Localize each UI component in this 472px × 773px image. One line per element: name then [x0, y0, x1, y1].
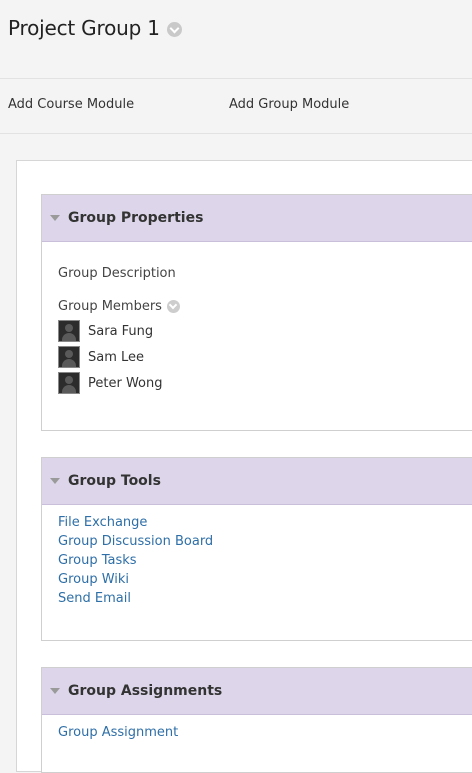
send-email-link[interactable]: Send Email — [58, 589, 472, 608]
group-tools-header[interactable]: Group Tools — [42, 458, 472, 505]
member-item[interactable]: Sam Lee — [58, 344, 472, 370]
group-tools-title: Group Tools — [68, 473, 161, 489]
collapse-triangle-icon[interactable] — [50, 478, 60, 484]
group-properties-module: Group Properties Group Description Group… — [41, 194, 472, 431]
group-discussion-board-link[interactable]: Group Discussion Board — [58, 532, 472, 551]
page-title-text: Project Group 1 — [8, 16, 160, 40]
member-name: Sam Lee — [88, 349, 145, 365]
avatar-icon — [58, 346, 80, 368]
title-options-chevron-icon[interactable] — [166, 21, 182, 37]
group-description-label: Group Description — [58, 266, 472, 281]
avatar-icon — [58, 320, 80, 342]
group-properties-body: Group Description Group Members Sara Fun… — [42, 266, 472, 396]
group-description-text: Group Description — [58, 266, 176, 281]
group-assignments-body: Group Assignment — [42, 715, 472, 742]
group-assignment-link[interactable]: Group Assignment — [58, 723, 472, 742]
members-options-chevron-icon[interactable] — [166, 300, 180, 313]
page-title: Project Group 1 — [8, 16, 182, 40]
group-assignments-title: Group Assignments — [68, 683, 223, 699]
group-properties-header[interactable]: Group Properties — [42, 195, 472, 242]
group-members-text: Group Members — [58, 299, 162, 314]
collapse-triangle-icon[interactable] — [50, 688, 60, 694]
group-tools-body: File Exchange Group Discussion Board Gro… — [42, 505, 472, 608]
modules-content-area: Group Properties Group Description Group… — [16, 160, 472, 773]
avatar-icon — [58, 372, 80, 394]
add-course-module-button[interactable]: Add Course Module — [8, 97, 134, 112]
module-toolbar: Add Course Module Add Group Module — [0, 78, 472, 134]
add-group-module-button[interactable]: Add Group Module — [229, 97, 349, 112]
collapse-triangle-icon[interactable] — [50, 215, 60, 221]
group-assignments-module: Group Assignments Group Assignment — [41, 667, 472, 773]
group-tasks-link[interactable]: Group Tasks — [58, 551, 472, 570]
group-wiki-link[interactable]: Group Wiki — [58, 570, 472, 589]
group-members-label: Group Members — [58, 299, 472, 314]
member-item[interactable]: Peter Wong — [58, 370, 472, 396]
group-properties-title: Group Properties — [68, 210, 204, 226]
group-tools-module: Group Tools File Exchange Group Discussi… — [41, 457, 472, 641]
members-list: Sara Fung Sam Lee Peter Wong — [58, 318, 472, 396]
member-name: Peter Wong — [88, 375, 163, 391]
member-name: Sara Fung — [88, 323, 154, 339]
group-assignments-header[interactable]: Group Assignments — [42, 668, 472, 715]
file-exchange-link[interactable]: File Exchange — [58, 513, 472, 532]
member-item[interactable]: Sara Fung — [58, 318, 472, 344]
